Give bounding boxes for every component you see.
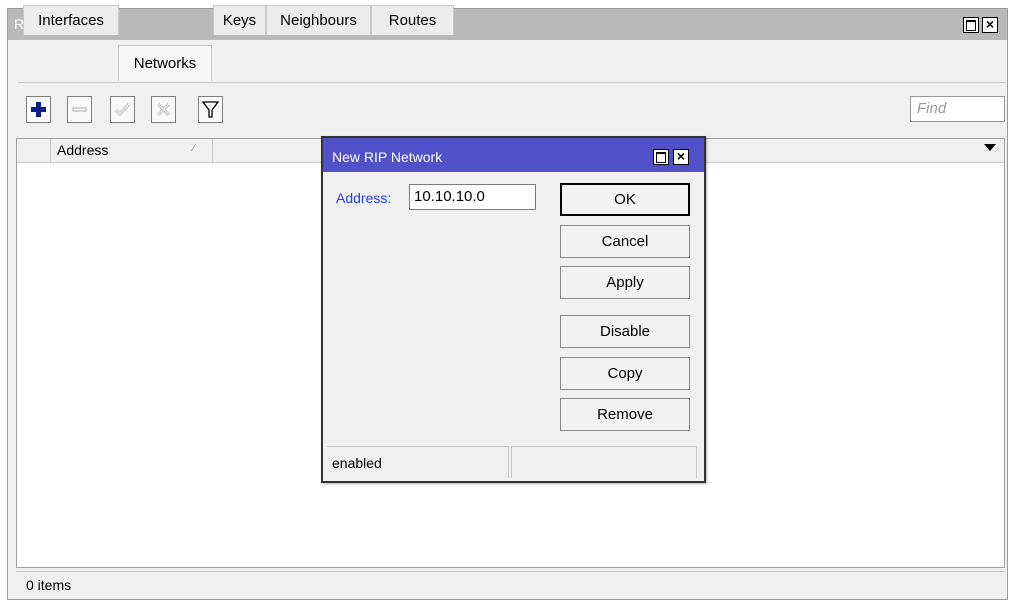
ok-button[interactable]: OK — [560, 183, 690, 216]
dialog-status: enabled — [327, 446, 509, 478]
new-rip-network-dialog: New RIP Network × Address: 10.10.10.0 OK… — [321, 136, 706, 483]
enabled-status: enabled — [332, 455, 382, 471]
remove-button[interactable] — [67, 96, 92, 123]
dialog-status-secondary — [511, 446, 697, 478]
window-titlebar[interactable]: RIP × — [8, 9, 1007, 40]
maximize-icon[interactable] — [963, 17, 979, 33]
address-input[interactable]: 10.10.10.0 — [409, 184, 536, 210]
copy-button[interactable]: Copy — [560, 357, 690, 390]
close-icon[interactable]: × — [673, 149, 689, 165]
add-icon — [31, 102, 46, 117]
cancel-button[interactable]: Cancel — [560, 225, 690, 258]
enable-icon — [114, 102, 131, 117]
column-header-address[interactable]: Address — [57, 142, 108, 158]
find-input[interactable]: Find — [910, 96, 1005, 122]
filter-icon — [201, 101, 220, 118]
enable-button[interactable] — [110, 96, 135, 123]
tab-neighbours[interactable]: Neighbours — [266, 5, 371, 35]
items-count: 0 items — [26, 577, 72, 593]
tab-divider — [18, 82, 1006, 83]
add-button[interactable] — [26, 96, 51, 123]
dialog-titlebar[interactable]: New RIP Network × — [323, 138, 704, 172]
column-separator — [50, 139, 51, 162]
apply-button[interactable]: Apply — [560, 266, 690, 299]
tab-keys[interactable]: Keys — [213, 5, 266, 35]
column-separator — [212, 139, 213, 162]
tab-networks[interactable]: Networks — [118, 45, 212, 81]
dialog-title: New RIP Network — [332, 149, 443, 165]
tab-routes[interactable]: Routes — [371, 5, 454, 35]
disable-button[interactable]: Disable — [560, 315, 690, 348]
remove-button[interactable]: Remove — [560, 398, 690, 431]
close-icon[interactable]: × — [982, 17, 998, 33]
disable-button[interactable] — [151, 96, 176, 123]
disable-icon — [156, 102, 171, 117]
sort-icon: ⁄ — [193, 143, 195, 154]
tab-interfaces[interactable]: Interfaces — [23, 5, 119, 35]
chevron-down-icon[interactable] — [984, 144, 996, 151]
status-bar: 0 items — [16, 571, 1005, 598]
maximize-icon[interactable] — [653, 149, 669, 165]
address-label: Address: — [336, 190, 392, 206]
remove-icon — [72, 107, 87, 112]
filter-button[interactable] — [198, 96, 223, 123]
